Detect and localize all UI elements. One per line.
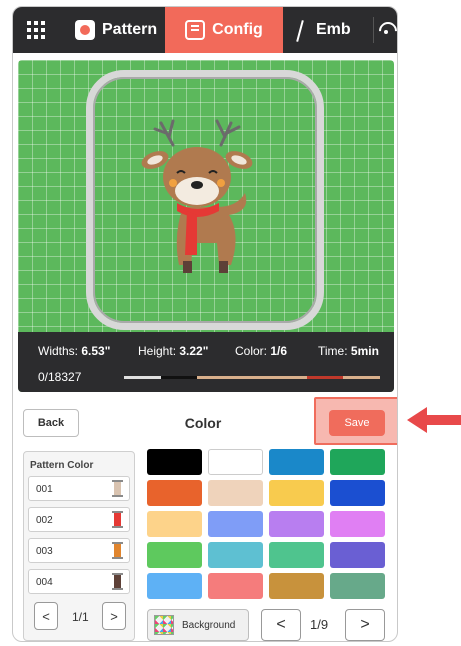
color-swatch[interactable] <box>208 480 263 506</box>
tab-pattern[interactable]: Pattern <box>75 7 157 53</box>
color-swatch[interactable] <box>208 449 263 475</box>
background-label: Background <box>182 619 236 631</box>
background-button[interactable]: Background <box>147 609 249 641</box>
widths-stat: Widths: 6.53" <box>38 344 111 358</box>
color-swatch[interactable] <box>147 449 202 475</box>
pattern-next-button[interactable]: > <box>102 602 126 630</box>
color-swatch[interactable] <box>208 542 263 568</box>
needle-icon <box>296 20 304 40</box>
color-swatch[interactable] <box>147 542 202 568</box>
thread-spool-icon <box>112 573 123 590</box>
wifi-icon[interactable] <box>373 17 397 43</box>
tab-emb-label: Emb <box>316 21 351 38</box>
color-swatch[interactable] <box>269 511 324 537</box>
pattern-color-title: Pattern Color <box>30 460 94 471</box>
progress-segment <box>233 376 271 379</box>
tab-pattern-label: Pattern <box>102 21 158 38</box>
background-icon <box>154 615 174 635</box>
time-stat: Time: 5min <box>318 344 379 358</box>
color-swatch[interactable] <box>147 573 202 599</box>
color-progress-bar <box>124 376 381 379</box>
save-button[interactable]: Save <box>329 410 385 436</box>
pointer-arrow-icon <box>407 407 461 433</box>
thread-spool-icon <box>112 542 123 559</box>
pattern-prev-button[interactable]: < <box>34 602 58 630</box>
palette-next-button[interactable]: > <box>345 609 385 641</box>
device-frame: Pattern Config Emb Widths: 6.53" Height:… <box>12 6 398 642</box>
pattern-color-item[interactable]: 001 <box>28 476 130 501</box>
stitch-counter: 0/18327 <box>38 370 82 384</box>
palette-prev-button[interactable]: < <box>261 609 301 641</box>
color-swatch[interactable] <box>330 480 385 506</box>
pattern-color-panel: Pattern Color 001 002 003 004 < 1/1 > <box>23 451 135 641</box>
progress-segment <box>343 376 381 379</box>
color-swatch[interactable] <box>330 573 385 599</box>
color-panel: Back Color Save Pattern Color 001 002 00… <box>13 397 397 641</box>
thread-spool-icon <box>112 511 123 528</box>
tab-config-label: Config <box>212 21 263 38</box>
color-swatch[interactable] <box>269 573 324 599</box>
color-swatch[interactable] <box>330 511 385 537</box>
top-navigation-bar: Pattern Config Emb <box>13 7 397 53</box>
color-swatch[interactable] <box>208 511 263 537</box>
embroidery-canvas[interactable]: Widths: 6.53" Height: 3.22" Color: 1/6 T… <box>18 60 394 392</box>
tab-emb[interactable]: Emb <box>296 7 351 53</box>
progress-segment <box>160 376 198 379</box>
color-swatch[interactable] <box>330 542 385 568</box>
color-swatch[interactable] <box>269 542 324 568</box>
progress-segment <box>124 376 161 379</box>
apps-grid-icon[interactable] <box>27 21 45 39</box>
progress-segment <box>197 376 234 379</box>
pattern-color-item[interactable]: 003 <box>28 538 130 563</box>
height-stat: Height: 3.22" <box>138 344 209 358</box>
color-swatch[interactable] <box>269 480 324 506</box>
pattern-color-item[interactable]: 002 <box>28 507 130 532</box>
color-swatch[interactable] <box>208 573 263 599</box>
panel-title: Color <box>184 415 222 431</box>
color-swatch[interactable] <box>147 480 202 506</box>
pattern-icon <box>75 20 95 40</box>
color-swatch[interactable] <box>147 511 202 537</box>
progress-segment <box>306 376 344 379</box>
palette-page-indicator: 1/9 <box>310 617 329 632</box>
design-stats-bar: Widths: 6.53" Height: 3.22" Color: 1/6 T… <box>18 332 394 392</box>
tab-config[interactable]: Config <box>165 7 283 53</box>
config-icon <box>185 20 206 40</box>
reindeer-design[interactable] <box>133 115 273 285</box>
progress-segment <box>270 376 307 379</box>
pattern-page-indicator: 1/1 <box>72 610 89 624</box>
color-stat: Color: 1/6 <box>235 344 288 358</box>
color-swatch[interactable] <box>330 449 385 475</box>
thread-spool-icon <box>112 480 123 497</box>
pattern-color-item[interactable]: 004 <box>28 569 130 594</box>
color-palette <box>147 449 389 599</box>
color-swatch[interactable] <box>269 449 324 475</box>
back-button[interactable]: Back <box>23 409 79 437</box>
